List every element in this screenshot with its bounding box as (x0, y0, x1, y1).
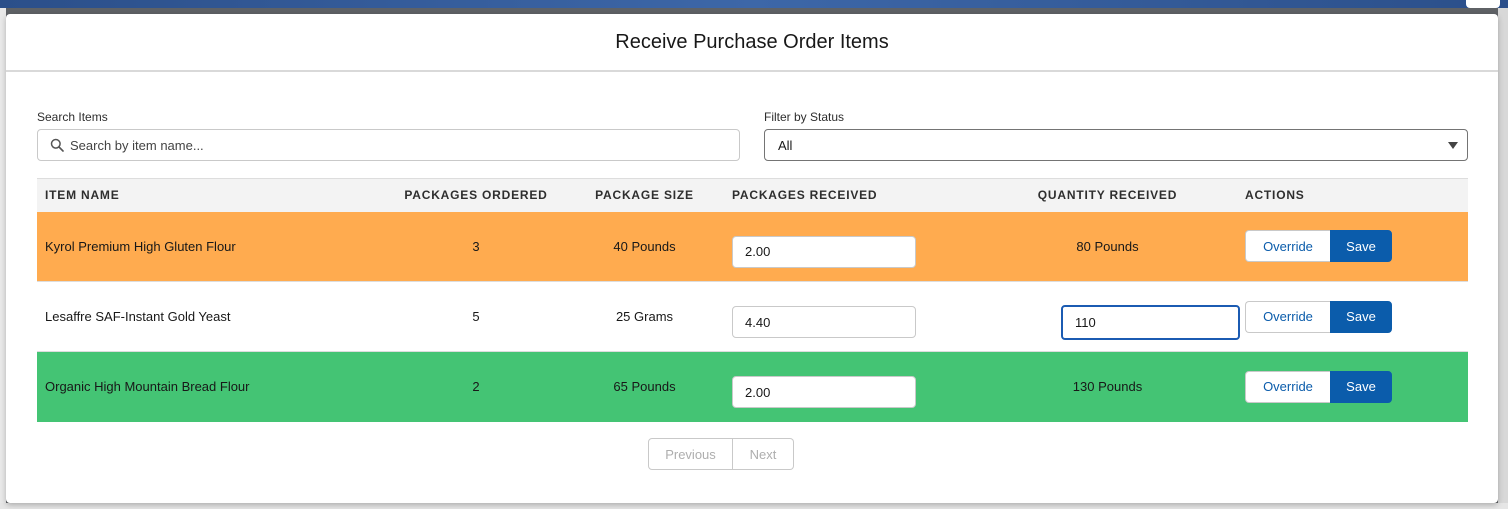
previous-page-button[interactable]: Previous (648, 438, 733, 470)
table-header-row: ITEM NAME PACKAGES ORDERED PACKAGE SIZE … (37, 178, 1468, 212)
row-actions: Override Save (1245, 370, 1392, 403)
search-icon (50, 138, 64, 152)
package-size-cell: 40 Pounds (613, 238, 676, 254)
item-name-cell: Lesaffre SAF-Instant Gold Yeast (45, 309, 231, 324)
quantity-received-input[interactable] (1061, 304, 1240, 340)
table-row: Organic High Mountain Bread Flour 2 65 P… (37, 351, 1468, 422)
override-button[interactable]: Override (1245, 230, 1330, 263)
status-filter-select[interactable]: All (764, 129, 1468, 161)
items-table: ITEM NAME PACKAGES ORDERED PACKAGE SIZE … (37, 178, 1468, 422)
column-header-packages-received: PACKAGES RECEIVED (709, 178, 943, 212)
modal-body: Search Items Filter by Status All (6, 72, 1498, 470)
background-page-header (0, 0, 1508, 8)
quantity-received-cell: 80 Pounds (1076, 238, 1139, 254)
search-input[interactable] (70, 130, 730, 160)
actions-cell: Override Save (1230, 212, 1468, 282)
packages-ordered-cell: 5 (472, 309, 480, 324)
quantity-received-cell: 130 Pounds (1072, 379, 1143, 395)
item-name-cell: Kyrol Premium High Gluten Flour (45, 238, 236, 254)
package-size-cell: 65 Pounds (613, 379, 676, 395)
next-page-button[interactable]: Next (733, 438, 794, 470)
status-filter-label: Filter by Status (764, 110, 845, 124)
packages-received-input[interactable] (732, 376, 916, 409)
packages-received-cell (709, 352, 943, 422)
background-page-right (1498, 8, 1508, 509)
quantity-received-cell (943, 282, 1240, 352)
actions-cell: Override Save (1230, 282, 1468, 352)
save-button[interactable]: Save (1330, 230, 1392, 263)
override-button[interactable]: Override (1245, 370, 1330, 403)
background-page-bottom (0, 503, 1508, 509)
status-filter-value: All (778, 138, 793, 153)
packages-received-input[interactable] (732, 306, 916, 338)
column-header-quantity-received: QUANTITY RECEIVED (943, 178, 1230, 212)
search-label: Search Items (37, 110, 108, 124)
table-row: Kyrol Premium High Gluten Flour 3 40 Pou… (37, 211, 1468, 282)
modal-header: Receive Purchase Order Items (6, 14, 1498, 72)
package-size-cell: 25 Grams (615, 309, 674, 324)
pagination: Previous Next (648, 438, 794, 470)
actions-cell: Override Save (1230, 352, 1468, 422)
column-header-packages-ordered: PACKAGES ORDERED (332, 178, 580, 212)
packages-received-cell (709, 282, 943, 352)
table-row: Lesaffre SAF-Instant Gold Yeast 5 25 Gra… (37, 281, 1468, 352)
row-actions: Override Save (1245, 300, 1392, 333)
caret-down-icon (1448, 142, 1458, 149)
packages-received-input[interactable] (732, 235, 916, 268)
packages-received-cell (709, 212, 943, 282)
save-button[interactable]: Save (1330, 370, 1392, 403)
modal-title: Receive Purchase Order Items (615, 30, 889, 53)
background-page-corner (1466, 0, 1500, 8)
packages-ordered-cell: 2 (472, 379, 480, 395)
column-header-package-size: PACKAGE SIZE (580, 178, 709, 212)
save-button[interactable]: Save (1330, 300, 1392, 333)
filters-section: Search Items Filter by Status All (37, 72, 1468, 178)
override-button[interactable]: Override (1245, 300, 1330, 333)
item-name-cell: Organic High Mountain Bread Flour (45, 379, 250, 395)
packages-ordered-cell: 3 (472, 238, 480, 254)
column-header-item-name: ITEM NAME (37, 178, 332, 212)
search-box[interactable] (37, 129, 740, 161)
column-header-actions: ACTIONS (1230, 178, 1468, 212)
receive-items-modal: Receive Purchase Order Items Search Item… (6, 14, 1498, 503)
row-actions: Override Save (1245, 230, 1392, 263)
